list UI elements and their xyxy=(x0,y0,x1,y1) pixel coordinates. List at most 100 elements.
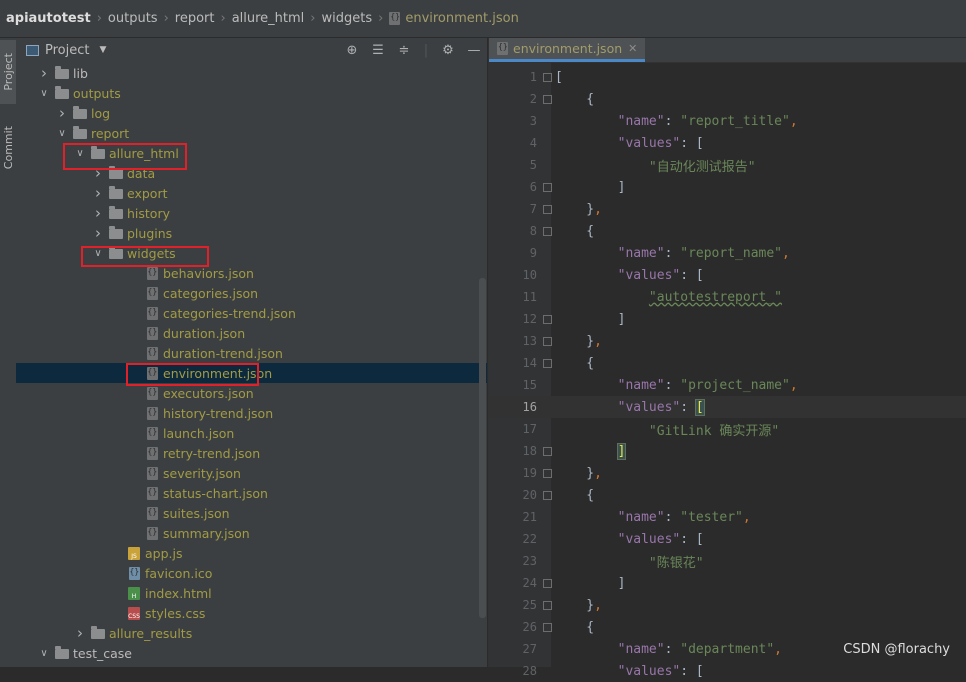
tree-file-item[interactable]: status-chart.json xyxy=(16,483,487,503)
code-line[interactable]: 18 ] xyxy=(489,440,966,462)
gear-icon[interactable]: ⚙ xyxy=(435,38,461,62)
tree-file-item[interactable]: environment.json xyxy=(16,363,487,383)
tree-folder-item[interactable]: › lib xyxy=(16,63,487,83)
fold-marker-icon[interactable] xyxy=(543,314,552,324)
chevron-right-icon[interactable]: › xyxy=(92,183,104,203)
tree-file-item[interactable]: duration.json xyxy=(16,323,487,343)
tree-folder-item[interactable]: ∨ outputs xyxy=(16,83,487,103)
tree-folder-item[interactable]: › allure_results xyxy=(16,623,487,643)
code-line[interactable]: 8 { xyxy=(489,220,966,242)
fold-marker-icon[interactable] xyxy=(543,358,552,368)
fold-marker-icon[interactable] xyxy=(543,204,552,214)
fold-marker-icon[interactable] xyxy=(543,490,552,500)
tree-folder-item[interactable]: ∨ allure_html xyxy=(16,143,487,163)
breadcrumb-item[interactable]: environment.json xyxy=(389,11,519,26)
code-line[interactable]: 6 ] xyxy=(489,176,966,198)
tree-file-item[interactable]: favicon.ico xyxy=(16,563,487,583)
code-line[interactable]: 1[ xyxy=(489,66,966,88)
chevron-right-icon[interactable]: › xyxy=(74,623,86,643)
chevron-down-icon[interactable]: ∨ xyxy=(38,83,50,103)
editor-tab-environment-json[interactable]: environment.json ✕ xyxy=(489,38,646,62)
tree-scrollbar[interactable] xyxy=(479,278,486,618)
chevron-down-icon[interactable]: ∨ xyxy=(74,143,86,163)
code-line[interactable]: 17 "GitLink 确实开源" xyxy=(489,418,966,440)
fold-marker-icon[interactable] xyxy=(543,622,552,632)
code-line[interactable]: 22 "values": [ xyxy=(489,528,966,550)
code-line[interactable]: 25 }, xyxy=(489,594,966,616)
fold-marker-icon[interactable] xyxy=(543,600,552,610)
tree-folder-item[interactable]: ∨ test_case xyxy=(16,643,487,663)
fold-marker-icon[interactable] xyxy=(543,182,552,192)
breadcrumb-item[interactable]: apiautotest xyxy=(6,11,91,26)
code-line[interactable]: 4 "values": [ xyxy=(489,132,966,154)
collapse-all-icon[interactable]: ≑ xyxy=(391,38,417,62)
fold-marker-icon[interactable] xyxy=(543,72,552,82)
code-line[interactable]: 2 { xyxy=(489,88,966,110)
code-line[interactable]: 9 "name": "report_name", xyxy=(489,242,966,264)
project-tool-tab[interactable]: Project xyxy=(0,40,16,104)
tree-file-item[interactable]: duration-trend.json xyxy=(16,343,487,363)
code-line[interactable]: 14 { xyxy=(489,352,966,374)
chevron-down-icon[interactable]: ∨ xyxy=(56,123,68,143)
tree-file-item[interactable]: retry-trend.json xyxy=(16,443,487,463)
chevron-down-icon[interactable]: ∨ xyxy=(92,243,104,263)
breadcrumb-item[interactable]: report xyxy=(175,11,215,26)
tree-folder-item[interactable]: ∨ widgets xyxy=(16,243,487,263)
chevron-right-icon[interactable]: › xyxy=(38,63,50,83)
fold-marker-icon[interactable] xyxy=(543,578,552,588)
chevron-right-icon[interactable]: › xyxy=(92,223,104,243)
commit-tool-tab[interactable]: Commit xyxy=(0,116,16,180)
code-line[interactable]: 3 "name": "report_title", xyxy=(489,110,966,132)
tree-file-item[interactable]: history-trend.json xyxy=(16,403,487,423)
fold-marker-icon[interactable] xyxy=(543,446,552,456)
code-line[interactable]: 11 "autotestreport_" xyxy=(489,286,966,308)
tree-folder-item[interactable]: ∨ report xyxy=(16,123,487,143)
chevron-right-icon[interactable]: › xyxy=(92,203,104,223)
code-line[interactable]: 24 ] xyxy=(489,572,966,594)
tree-file-item[interactable]: summary.json xyxy=(16,523,487,543)
code-line[interactable]: 7 }, xyxy=(489,198,966,220)
code-line[interactable]: 26 { xyxy=(489,616,966,638)
locate-file-icon[interactable]: ⊕ xyxy=(339,38,365,62)
fold-marker-icon[interactable] xyxy=(543,336,552,346)
code-line[interactable]: 13 }, xyxy=(489,330,966,352)
tree-folder-item[interactable]: › plugins xyxy=(16,223,487,243)
tree-folder-item[interactable]: › data xyxy=(16,163,487,183)
tree-file-item[interactable]: categories-trend.json xyxy=(16,303,487,323)
tree-file-item[interactable]: launch.json xyxy=(16,423,487,443)
tree-file-item[interactable]: JS app.js xyxy=(16,543,487,563)
breadcrumb-item[interactable]: allure_html xyxy=(232,11,305,26)
code-line[interactable]: 23 "陈银花" xyxy=(489,550,966,572)
breadcrumb-item[interactable]: widgets xyxy=(322,11,373,26)
tree-folder-item[interactable]: › history xyxy=(16,203,487,223)
tree-file-item[interactable]: executors.json xyxy=(16,383,487,403)
code-line[interactable]: 19 }, xyxy=(489,462,966,484)
tree-file-item[interactable]: Hindex.html xyxy=(16,583,487,603)
fold-marker-icon[interactable] xyxy=(543,226,552,236)
code-line[interactable]: 21 "name": "tester", xyxy=(489,506,966,528)
fold-marker-icon[interactable] xyxy=(543,94,552,104)
code-line[interactable]: 28 "values": [ xyxy=(489,660,966,682)
tree-folder-item[interactable]: › log xyxy=(16,103,487,123)
fold-marker-icon[interactable] xyxy=(543,468,552,478)
expand-all-icon[interactable]: ☰ xyxy=(365,38,391,62)
chevron-down-icon[interactable]: ∨ xyxy=(38,643,50,663)
tree-file-item[interactable]: suites.json xyxy=(16,503,487,523)
chevron-right-icon[interactable]: › xyxy=(92,163,104,183)
view-selector-chevron-down-icon[interactable]: ▼ xyxy=(99,45,106,55)
close-icon[interactable]: ✕ xyxy=(628,42,637,55)
tree-file-item[interactable]: behaviors.json xyxy=(16,263,487,283)
code-line[interactable]: 20 { xyxy=(489,484,966,506)
code-line[interactable]: 15 "name": "project_name", xyxy=(489,374,966,396)
code-line[interactable]: 16 "values": [ xyxy=(489,396,966,418)
breadcrumb-item[interactable]: outputs xyxy=(108,11,158,26)
tree-file-item[interactable]: categories.json xyxy=(16,283,487,303)
hide-panel-icon[interactable]: — xyxy=(461,38,487,62)
tree-file-item[interactable]: severity.json xyxy=(16,463,487,483)
code-line[interactable]: 5 "自动化测试报告" xyxy=(489,154,966,176)
tree-folder-item[interactable]: › export xyxy=(16,183,487,203)
chevron-right-icon[interactable]: › xyxy=(56,103,68,123)
code-line[interactable]: 12 ] xyxy=(489,308,966,330)
tree-file-item[interactable]: CSS styles.css xyxy=(16,603,487,623)
code-line[interactable]: 10 "values": [ xyxy=(489,264,966,286)
